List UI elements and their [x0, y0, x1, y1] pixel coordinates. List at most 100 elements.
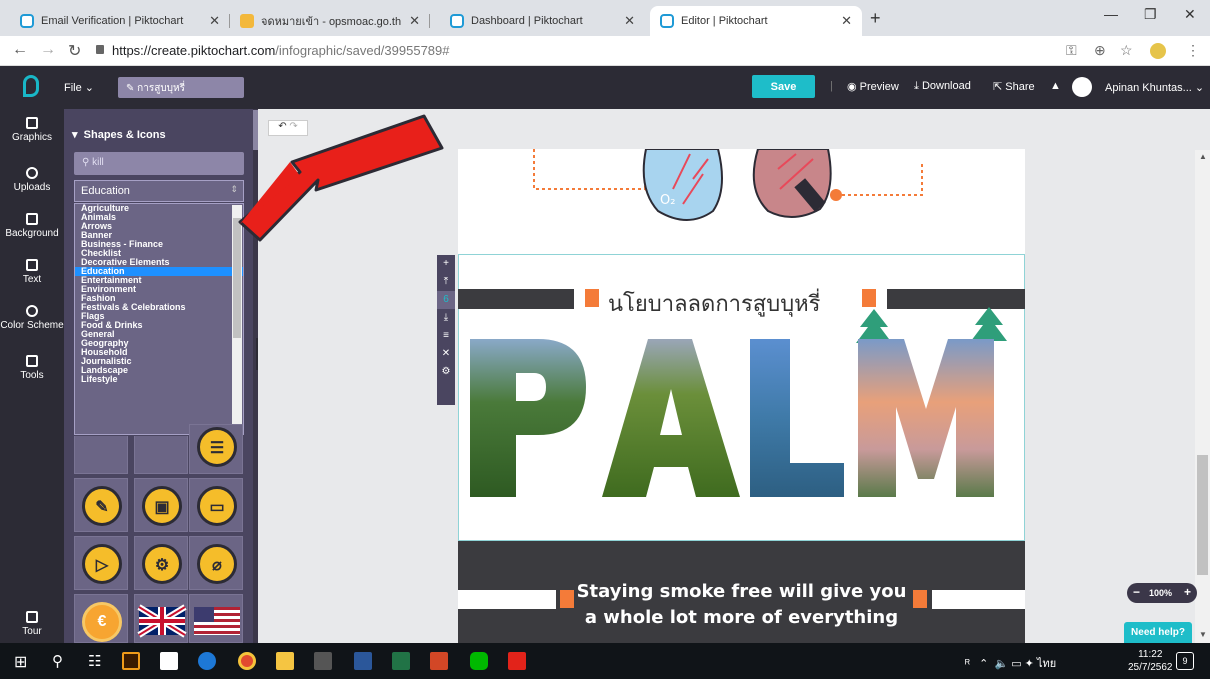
share-icon: ⇱	[993, 81, 1003, 93]
icon-tile[interactable]: €	[74, 594, 128, 643]
icon-tile[interactable]: ▷	[74, 536, 128, 590]
pdf-reader-icon[interactable]	[508, 652, 526, 670]
rail-item-uploads[interactable]: Uploads	[0, 167, 64, 193]
block-settings-icon[interactable]: ⚙	[437, 363, 455, 381]
browser-tab[interactable]: Email Verification | Piktochart ✕	[10, 6, 230, 36]
signpost-icon	[26, 611, 38, 623]
windows-start-icon[interactable]: ⊞	[14, 652, 27, 672]
word-icon[interactable]	[354, 652, 372, 670]
rail-item-text[interactable]: Text	[0, 259, 64, 285]
need-help-button[interactable]: Need help?	[1124, 622, 1192, 643]
icon-tile[interactable]	[134, 594, 188, 643]
icon-tile[interactable]	[134, 436, 188, 474]
category-option[interactable]: Lifestyle	[75, 375, 243, 384]
icon-tile[interactable]: ☰	[189, 424, 243, 474]
edge-icon[interactable]	[198, 652, 216, 670]
menu-dots-icon[interactable]: ⋮	[1186, 42, 1200, 59]
tab-title: Dashboard | Piktochart	[471, 15, 583, 27]
icon-search-input[interactable]: ⚲ kill	[74, 152, 244, 175]
canvas-scrollbar-thumb[interactable]	[1197, 455, 1208, 575]
illustrator-icon[interactable]	[122, 652, 140, 670]
icon-tile[interactable]: ✎	[74, 478, 128, 532]
zoom-in-button[interactable]: +	[1184, 585, 1191, 599]
preview-button[interactable]: ◉ Preview	[847, 80, 899, 93]
settings-gear-icon: ⚙	[142, 544, 182, 584]
browser-tab[interactable]: Dashboard | Piktochart ✕	[440, 6, 645, 36]
new-tab-button[interactable]: +	[870, 8, 881, 29]
share-button[interactable]: ⇱ Share	[993, 80, 1035, 93]
zoom-icon[interactable]: ⊕	[1094, 42, 1106, 59]
palm-photo-letters[interactable]	[468, 339, 1018, 499]
clock[interactable]: 11:22 25/7/2562	[1128, 648, 1173, 674]
shapes-icons-header[interactable]: ▾ Shapes & Icons	[72, 128, 166, 141]
file-explorer-icon[interactable]	[276, 652, 294, 670]
icon-tile[interactable]	[74, 436, 128, 474]
block-title[interactable]: นโยบาลลดการสูบบุหรี่	[608, 286, 820, 321]
eye-icon: ◉	[847, 81, 857, 93]
search-icon[interactable]: ⚲	[52, 652, 63, 670]
infographic-canvas[interactable]: O₂ นโยบาลลดการสูบบุหรี่ Staying smoke fr…	[458, 149, 1025, 643]
restore-icon[interactable]: ❐	[1144, 6, 1157, 23]
mail-icon[interactable]	[160, 652, 178, 670]
icon-tile[interactable]	[189, 594, 243, 643]
palette-icon	[26, 305, 38, 317]
close-tab-icon[interactable]: ✕	[624, 13, 635, 29]
notification-icon[interactable]: ▲	[1050, 80, 1061, 92]
block-lungs[interactable]: O₂	[458, 149, 1025, 254]
close-tab-icon[interactable]: ✕	[209, 13, 220, 29]
delete-block-icon[interactable]: ✕	[437, 345, 455, 363]
mail-favicon-icon	[240, 14, 254, 28]
task-view-icon[interactable]: ☷	[88, 652, 101, 670]
line-app-icon[interactable]	[470, 652, 488, 670]
cloud-upload-icon	[26, 167, 38, 179]
star-icon[interactable]: ☆	[1120, 42, 1133, 59]
tagline-line-2[interactable]: a whole lot more of everything	[458, 607, 1025, 628]
rail-item-tools[interactable]: Tools	[0, 355, 64, 381]
chrome-icon[interactable]	[238, 652, 256, 670]
rail-item-graphics[interactable]: Graphics	[0, 117, 64, 143]
duplicate-icon[interactable]: ≡	[437, 327, 455, 345]
notification-center-icon[interactable]: 9	[1176, 652, 1194, 670]
scroll-down-icon[interactable]: ▼	[1199, 630, 1207, 639]
zoom-level: 100%	[1149, 588, 1173, 598]
browser-tab-active[interactable]: Editor | Piktochart ✕	[650, 6, 862, 36]
system-tray[interactable]: ᴿ ⌃ 🔈 ▭ ✦ ไทย	[965, 654, 1056, 672]
scroll-up-icon[interactable]: ▲	[1199, 152, 1207, 161]
browser-tab[interactable]: จดหมายเข้า - opsmoac.go.th - Sm ✕	[230, 6, 430, 36]
extension-icon[interactable]	[1150, 43, 1166, 59]
zoom-out-button[interactable]: −	[1133, 585, 1140, 599]
minimize-icon[interactable]: —	[1104, 6, 1118, 22]
url-field[interactable]: https://create.piktochart.com/infographi…	[112, 43, 450, 58]
left-rail: Graphics Uploads Background Text Color S…	[0, 109, 64, 643]
category-select[interactable]: Education ⇕	[74, 180, 244, 202]
move-down-icon[interactable]: ⤓	[437, 309, 455, 327]
forward-icon[interactable]: →	[40, 41, 56, 59]
excel-icon[interactable]	[392, 652, 410, 670]
close-tab-icon[interactable]: ✕	[841, 13, 852, 29]
category-dropdown-list[interactable]: Agriculture Animals Arrows Banner Business -…	[74, 203, 244, 435]
download-button[interactable]: ⤓ Download	[914, 80, 971, 93]
add-block-icon[interactable]: +	[437, 255, 455, 273]
piktochart-logo[interactable]	[23, 75, 39, 97]
rail-item-background[interactable]: Background	[0, 213, 64, 239]
back-icon[interactable]: ←	[12, 41, 28, 59]
calculator-icon[interactable]	[314, 652, 332, 670]
icon-tile[interactable]: ▭	[189, 478, 243, 532]
powerpoint-icon[interactable]	[430, 652, 448, 670]
rail-item-color-scheme[interactable]: Color Scheme	[0, 305, 64, 331]
user-menu[interactable]: Apinan Khuntas... ⌄	[1105, 81, 1204, 94]
rail-item-tour[interactable]: Tour	[0, 611, 64, 637]
window-close-icon[interactable]: ✕	[1184, 6, 1196, 23]
avatar[interactable]	[1072, 77, 1092, 97]
file-menu[interactable]: File ⌄	[64, 81, 94, 94]
reload-icon[interactable]: ↻	[68, 41, 81, 61]
icon-tile[interactable]: ⚙	[134, 536, 188, 590]
tagline-line-1[interactable]: Staying smoke free will give you	[458, 581, 1025, 602]
icon-tile[interactable]: ⌀	[189, 536, 243, 590]
key-icon[interactable]: ⚿	[1066, 42, 1077, 59]
icon-tile[interactable]: ▣	[134, 478, 188, 532]
move-up-icon[interactable]: ⤒	[437, 273, 455, 291]
save-button[interactable]: Save	[752, 75, 815, 98]
close-tab-icon[interactable]: ✕	[409, 13, 420, 29]
document-title-field[interactable]: ✎ การสูบบุหรี่	[118, 77, 244, 98]
